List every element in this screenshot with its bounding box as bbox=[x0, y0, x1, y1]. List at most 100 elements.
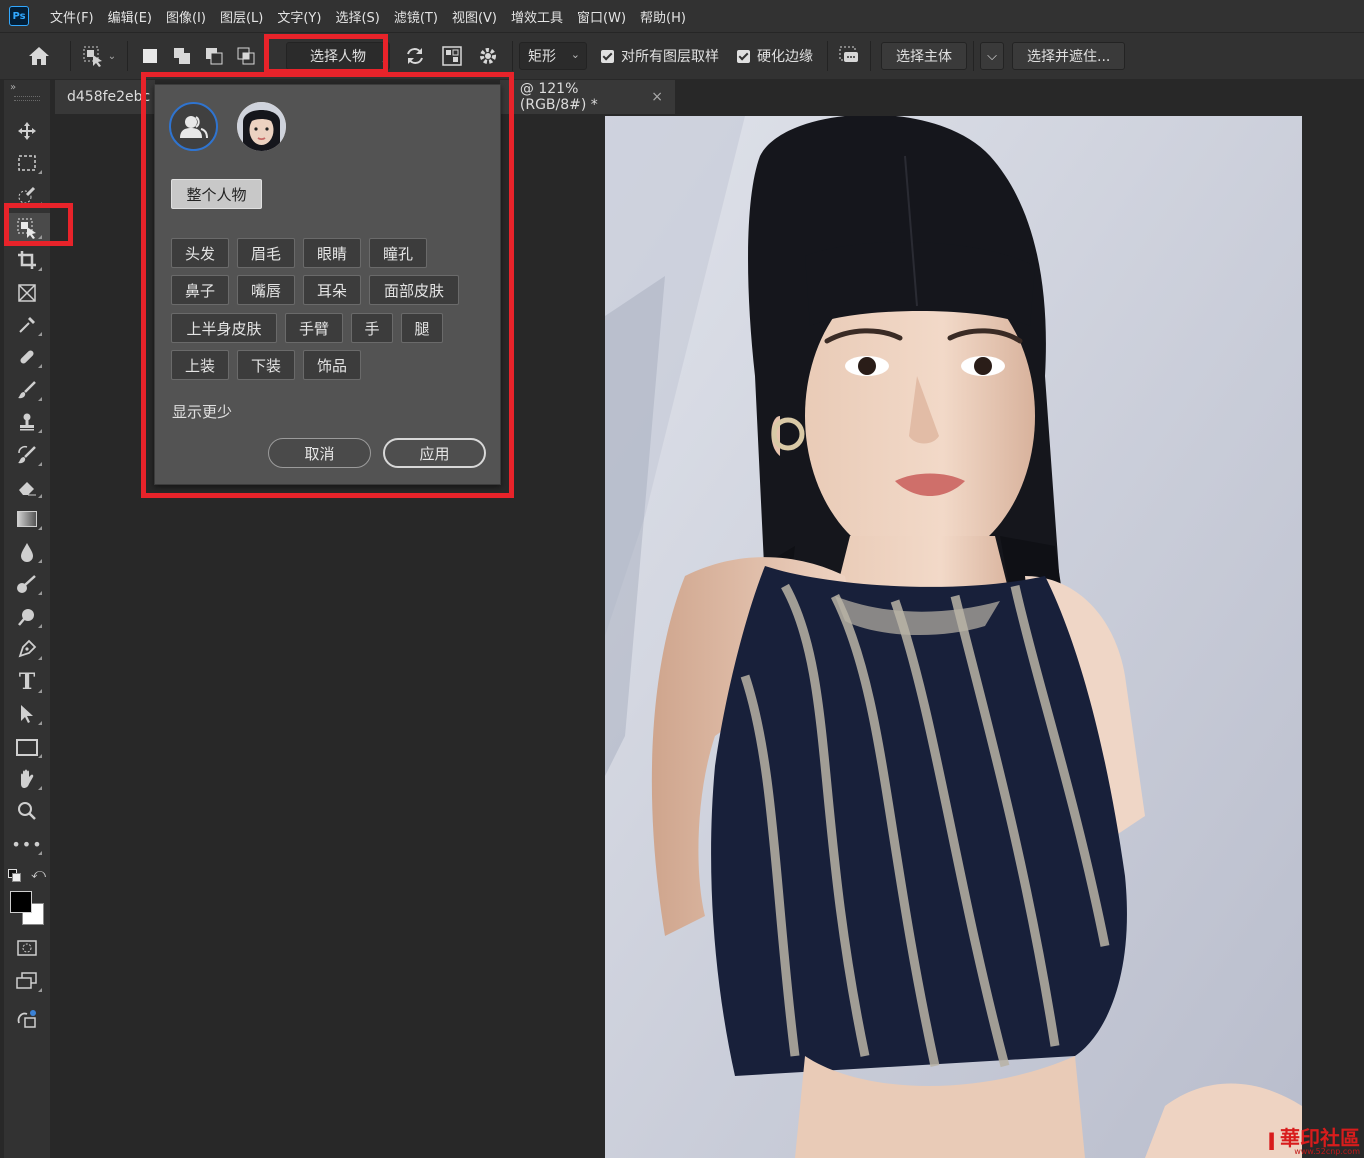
blur-icon[interactable] bbox=[4, 537, 50, 567]
part-hair-button[interactable]: 头发 bbox=[171, 238, 229, 268]
history-brush-icon[interactable] bbox=[4, 440, 50, 470]
person-thumbnail[interactable] bbox=[237, 102, 286, 151]
mode-dropdown-value: 选择人物 bbox=[310, 49, 366, 65]
whole-person-button[interactable]: 整个人物 bbox=[171, 179, 262, 209]
menu-file[interactable]: 文件(F) bbox=[43, 7, 101, 26]
divider bbox=[512, 41, 513, 71]
frame-icon[interactable] bbox=[4, 278, 50, 308]
divider bbox=[70, 41, 71, 71]
zoom-search-icon[interactable] bbox=[4, 602, 50, 632]
part-hands-button[interactable]: 手 bbox=[351, 313, 393, 343]
tab-prefix-fragment: ı bbox=[508, 89, 512, 105]
all-people-avatar[interactable] bbox=[169, 102, 218, 151]
checkbox-checked-icon bbox=[737, 49, 750, 63]
marquee-icon[interactable] bbox=[4, 148, 50, 178]
new-selection-icon[interactable] bbox=[134, 49, 166, 63]
swap-colors-icon[interactable]: ⤺ bbox=[31, 866, 46, 882]
portrait-photo[interactable] bbox=[605, 116, 1302, 1158]
apply-button[interactable]: 应用 bbox=[383, 438, 486, 468]
crop-icon[interactable] bbox=[4, 245, 50, 275]
menu-help[interactable]: 帮助(H) bbox=[633, 7, 693, 26]
chevron-down-icon: ⌄ bbox=[570, 48, 580, 61]
generative-icon[interactable] bbox=[4, 1004, 50, 1034]
quick-mask-icon[interactable] bbox=[4, 933, 50, 963]
path-selection-icon[interactable] bbox=[4, 699, 50, 729]
hard-edge-checkbox[interactable]: 硬化边缘 bbox=[737, 46, 813, 66]
overlay-toggle-icon[interactable] bbox=[434, 46, 470, 66]
menu-layer[interactable]: 图层(L) bbox=[213, 7, 270, 26]
caret-down-icon: ▾ bbox=[382, 59, 387, 69]
gradient-icon[interactable] bbox=[4, 504, 50, 534]
foreground-color-swatch[interactable] bbox=[10, 891, 32, 913]
object-selection-icon[interactable] bbox=[4, 213, 50, 243]
part-eyebrows-button[interactable]: 眉毛 bbox=[237, 238, 295, 268]
part-arms-button[interactable]: 手臂 bbox=[285, 313, 343, 343]
part-upper-body-skin-button[interactable]: 上半身皮肤 bbox=[171, 313, 277, 343]
photoshop-logo-icon[interactable]: Ps bbox=[9, 6, 29, 26]
part-nose-button[interactable]: 鼻子 bbox=[171, 275, 229, 305]
menu-image[interactable]: 图像(I) bbox=[159, 7, 213, 26]
part-bottoms-button[interactable]: 下装 bbox=[237, 350, 295, 380]
menu-bar: Ps 文件(F) 编辑(E) 图像(I) 图层(L) 文字(Y) 选择(S) 滤… bbox=[0, 0, 1364, 32]
show-less-link[interactable]: 显示更少 bbox=[172, 401, 232, 422]
sample-all-layers-checkbox[interactable]: 对所有图层取样 bbox=[601, 46, 719, 66]
document-tab-active[interactable]: ı @ 121%(RGB/8#) * × bbox=[500, 80, 675, 114]
dodge-icon[interactable] bbox=[4, 569, 50, 599]
divider bbox=[127, 41, 128, 71]
select-and-mask-button[interactable]: 选择并遮住... bbox=[1012, 42, 1126, 70]
healing-brush-icon[interactable] bbox=[4, 342, 50, 372]
screen-mode-icon[interactable] bbox=[4, 966, 50, 996]
select-subject-dropdown[interactable]: ⌵ bbox=[980, 42, 1004, 70]
brush-icon[interactable] bbox=[4, 375, 50, 405]
menu-edit[interactable]: 编辑(E) bbox=[101, 7, 159, 26]
part-ears-button[interactable]: 耳朵 bbox=[303, 275, 361, 305]
menu-plugins[interactable]: 增效工具 bbox=[504, 7, 570, 26]
pen-icon[interactable] bbox=[4, 634, 50, 664]
object-selection-tool-preset-icon[interactable]: ⌄ bbox=[77, 45, 121, 67]
hard-edge-label: 硬化边缘 bbox=[757, 49, 813, 65]
menu-window[interactable]: 窗口(W) bbox=[570, 7, 633, 26]
add-to-selection-icon[interactable] bbox=[166, 47, 198, 65]
refresh-icon[interactable] bbox=[396, 46, 434, 66]
shape-dropdown[interactable]: 矩形 ⌄ bbox=[519, 42, 587, 70]
subtract-from-selection-icon[interactable] bbox=[198, 47, 230, 65]
mode-dropdown[interactable]: 选择人物 ▾ bbox=[286, 42, 390, 70]
part-accessories-button[interactable]: 饰品 bbox=[303, 350, 361, 380]
feedback-icon[interactable] bbox=[834, 45, 864, 67]
settings-icon[interactable] bbox=[470, 46, 506, 66]
part-tops-button[interactable]: 上装 bbox=[171, 350, 229, 380]
select-subject-button[interactable]: 选择主体 bbox=[881, 42, 967, 70]
menu-select[interactable]: 选择(S) bbox=[328, 7, 386, 26]
document-tab[interactable]: d458fe2ebc bbox=[55, 80, 155, 114]
rectangle-icon[interactable] bbox=[4, 732, 50, 762]
part-lips-button[interactable]: 嘴唇 bbox=[237, 275, 295, 305]
intersect-selection-icon[interactable] bbox=[230, 47, 262, 65]
close-tab-icon[interactable]: × bbox=[651, 89, 663, 105]
move-icon[interactable] bbox=[4, 116, 50, 146]
part-eyes-button[interactable]: 眼睛 bbox=[303, 238, 361, 268]
menu-filter[interactable]: 滤镜(T) bbox=[387, 7, 445, 26]
menu-view[interactable]: 视图(V) bbox=[445, 7, 504, 26]
home-icon[interactable] bbox=[14, 46, 64, 66]
part-pupils-button[interactable]: 瞳孔 bbox=[369, 238, 427, 268]
menu-type[interactable]: 文字(Y) bbox=[270, 7, 328, 26]
zoom-icon[interactable] bbox=[4, 796, 50, 826]
more-tools-icon[interactable]: ••• bbox=[4, 829, 50, 859]
default-colors-icon[interactable] bbox=[8, 869, 21, 882]
type-icon[interactable]: T bbox=[4, 667, 50, 697]
divider bbox=[973, 41, 974, 71]
eraser-icon[interactable] bbox=[4, 472, 50, 502]
hand-icon[interactable] bbox=[4, 764, 50, 794]
part-legs-button[interactable]: 腿 bbox=[401, 313, 443, 343]
stamp-icon[interactable] bbox=[4, 407, 50, 437]
panel-grip[interactable] bbox=[14, 96, 40, 101]
portrait-illustration bbox=[605, 116, 1302, 1158]
quick-selection-icon[interactable] bbox=[4, 180, 50, 210]
collapse-panel-icon[interactable]: » bbox=[10, 82, 16, 93]
cancel-button[interactable]: 取消 bbox=[268, 438, 371, 468]
document-tab-title: d458fe2ebc bbox=[67, 89, 151, 105]
color-swatches[interactable] bbox=[10, 891, 46, 925]
watermark: ⵏ 華印社區 www.52cnp.com bbox=[1267, 1128, 1360, 1156]
part-facial-skin-button[interactable]: 面部皮肤 bbox=[369, 275, 459, 305]
eyedropper-icon[interactable] bbox=[4, 310, 50, 340]
